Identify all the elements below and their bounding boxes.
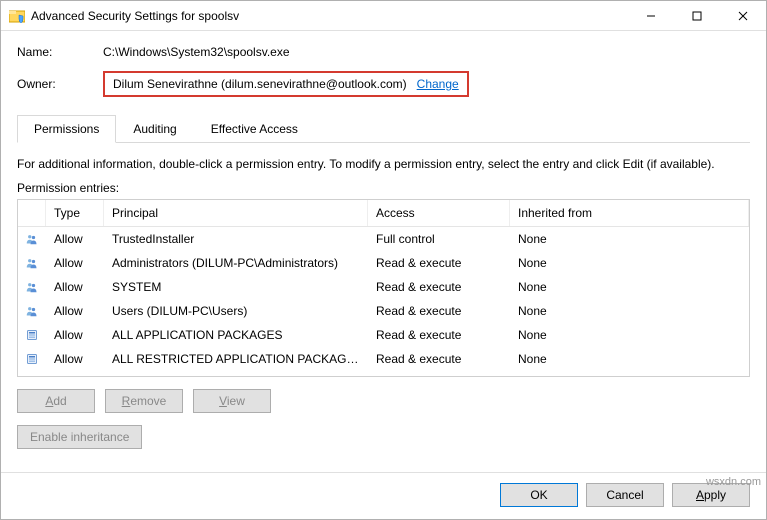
window: Advanced Security Settings for spoolsv N…	[0, 0, 767, 520]
row-access: Read & execute	[368, 254, 510, 272]
row-icon	[18, 277, 46, 297]
spacer	[17, 449, 750, 462]
row-access: Read & execute	[368, 278, 510, 296]
row-inherited: None	[510, 302, 749, 320]
row-access: Full control	[368, 230, 510, 248]
permission-list[interactable]: Type Principal Access Inherited from All…	[17, 199, 750, 377]
row-icon	[18, 301, 46, 321]
tab-permissions[interactable]: Permissions	[17, 115, 116, 143]
info-text: For additional information, double-click…	[17, 157, 750, 171]
row-type: Allow	[46, 350, 104, 368]
window-title: Advanced Security Settings for spoolsv	[31, 9, 628, 23]
row-type: Allow	[46, 230, 104, 248]
view-button[interactable]: View	[193, 389, 271, 413]
minimize-button[interactable]	[628, 1, 674, 30]
col-access-header[interactable]: Access	[368, 200, 510, 226]
entry-buttons: Add Remove View	[17, 389, 750, 413]
col-type-header[interactable]: Type	[46, 200, 104, 226]
table-row[interactable]: AllowSYSTEMRead & executeNone	[18, 275, 749, 299]
row-inherited: None	[510, 326, 749, 344]
owner-label: Owner:	[17, 77, 103, 91]
row-icon	[18, 325, 46, 345]
col-inherited-header[interactable]: Inherited from	[510, 200, 749, 226]
tab-strip: Permissions Auditing Effective Access	[17, 115, 750, 143]
row-access: Read & execute	[368, 326, 510, 344]
row-principal: Administrators (DILUM-PC\Administrators)	[104, 254, 368, 272]
row-type: Allow	[46, 302, 104, 320]
change-owner-link[interactable]: Change	[417, 77, 459, 91]
row-type: Allow	[46, 278, 104, 296]
row-inherited: None	[510, 278, 749, 296]
col-icon-header[interactable]	[18, 200, 46, 226]
row-principal: SYSTEM	[104, 278, 368, 296]
entries-label: Permission entries:	[17, 181, 750, 195]
table-row[interactable]: AllowALL APPLICATION PACKAGESRead & exec…	[18, 323, 749, 347]
row-principal: TrustedInstaller	[104, 230, 368, 248]
row-inherited: None	[510, 230, 749, 248]
table-row[interactable]: AllowALL RESTRICTED APPLICATION PACKAGES…	[18, 347, 749, 371]
table-row[interactable]: AllowAdministrators (DILUM-PC\Administra…	[18, 251, 749, 275]
row-principal: Users (DILUM-PC\Users)	[104, 302, 368, 320]
row-access: Read & execute	[368, 302, 510, 320]
table-row[interactable]: AllowTrustedInstallerFull controlNone	[18, 227, 749, 251]
row-icon	[18, 229, 46, 249]
watermark: wsxdn.com	[706, 476, 761, 488]
owner-value: Dilum Senevirathne (dilum.senevirathne@o…	[113, 77, 407, 91]
row-type: Allow	[46, 254, 104, 272]
folder-shield-icon	[9, 8, 25, 24]
row-inherited: None	[510, 254, 749, 272]
row-principal: ALL RESTRICTED APPLICATION PACKAGES	[104, 350, 368, 368]
tab-auditing[interactable]: Auditing	[116, 115, 193, 142]
maximize-button[interactable]	[674, 1, 720, 30]
row-icon	[18, 253, 46, 273]
table-row[interactable]: AllowUsers (DILUM-PC\Users)Read & execut…	[18, 299, 749, 323]
tab-effective-access[interactable]: Effective Access	[194, 115, 315, 142]
row-icon	[18, 349, 46, 369]
row-inherited: None	[510, 350, 749, 368]
list-body: AllowTrustedInstallerFull controlNoneAll…	[18, 227, 749, 371]
inheritance-buttons: Enable inheritance	[17, 425, 750, 449]
dialog-buttons: OK Cancel Apply	[1, 472, 766, 519]
name-row: Name: C:\Windows\System32\spoolsv.exe	[17, 45, 750, 59]
row-access: Read & execute	[368, 350, 510, 368]
list-header: Type Principal Access Inherited from	[18, 200, 749, 227]
owner-highlight: Dilum Senevirathne (dilum.senevirathne@o…	[103, 71, 469, 97]
name-value: C:\Windows\System32\spoolsv.exe	[103, 45, 290, 59]
content-area: Name: C:\Windows\System32\spoolsv.exe Ow…	[1, 31, 766, 472]
row-type: Allow	[46, 326, 104, 344]
ok-button[interactable]: OK	[500, 483, 578, 507]
name-label: Name:	[17, 45, 103, 59]
cancel-button[interactable]: Cancel	[586, 483, 664, 507]
titlebar: Advanced Security Settings for spoolsv	[1, 1, 766, 31]
row-principal: ALL APPLICATION PACKAGES	[104, 326, 368, 344]
col-principal-header[interactable]: Principal	[104, 200, 368, 226]
close-button[interactable]	[720, 1, 766, 30]
owner-row: Owner: Dilum Senevirathne (dilum.senevir…	[17, 71, 750, 97]
window-controls	[628, 1, 766, 30]
enable-inheritance-button[interactable]: Enable inheritance	[17, 425, 142, 449]
add-button[interactable]: Add	[17, 389, 95, 413]
remove-button[interactable]: Remove	[105, 389, 183, 413]
